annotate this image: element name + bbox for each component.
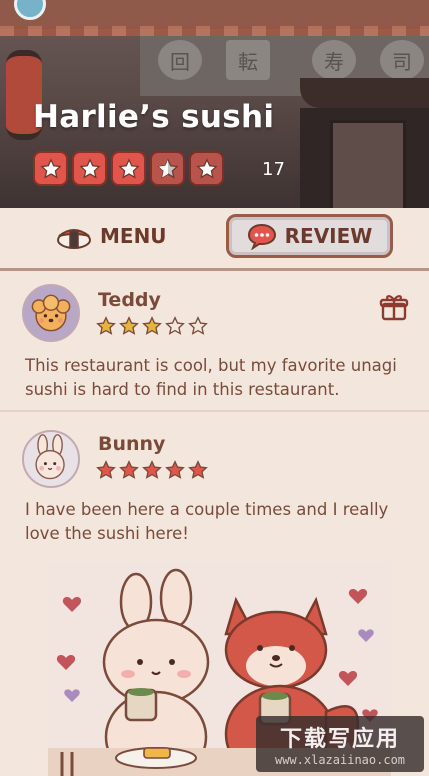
star-icon [189, 151, 224, 186]
empty-star-icon [165, 316, 185, 335]
tab-bar: MENU REVIEW [0, 208, 429, 271]
star-icon [96, 460, 116, 479]
star-icon [33, 151, 68, 186]
tab-menu-label: MENU [100, 224, 167, 248]
dog-avatar-icon [31, 294, 71, 332]
sushi-icon [57, 229, 91, 249]
gift-icon[interactable] [379, 292, 409, 322]
watermark: 下载写应用 www.xlazaiinao.com [256, 716, 424, 772]
star-icon [142, 316, 162, 335]
watermark-main-text: 下载写应用 [279, 727, 400, 752]
sign-kanji: 回 [158, 40, 202, 80]
star-icon [96, 316, 116, 335]
star-icon [119, 316, 139, 335]
review-stars [96, 460, 208, 480]
tab-review[interactable]: REVIEW [226, 214, 393, 258]
speech-bubble-icon [247, 223, 276, 250]
sign-kanji: 司 [380, 40, 424, 80]
star-icon [142, 460, 162, 479]
star-icon [165, 460, 185, 479]
review-username: Bunny [98, 433, 166, 455]
review-stars [96, 316, 208, 336]
restaurant-hero: 回 転 寿 司 Harlie’s sushi 17 [0, 0, 429, 208]
doorway-frame [330, 120, 406, 208]
star-icon [111, 151, 146, 186]
sign-kanji: 転 [226, 40, 270, 80]
avatar[interactable] [22, 430, 80, 488]
watermark-url: www.xlazaiinao.com [274, 753, 406, 767]
bunny-avatar-icon [35, 434, 65, 480]
review-text: This restaurant is cool, but my favorite… [25, 356, 397, 399]
avatar[interactable] [22, 284, 80, 342]
tab-menu[interactable]: MENU [44, 214, 179, 258]
tab-review-label: REVIEW [284, 224, 373, 248]
door-curtain [300, 78, 429, 108]
star-icon [72, 151, 107, 186]
awning-stripes [0, 26, 429, 36]
review-username: Teddy [98, 289, 161, 311]
restaurant-rating [33, 151, 224, 186]
restaurant-name: Harlie’s sushi [33, 99, 275, 135]
sign-kanji: 寿 [312, 40, 356, 80]
star-icon [119, 460, 139, 479]
review-text: I have been here a couple times and I re… [25, 500, 389, 543]
review-item: Teddy This restaurant is cool, but my fa… [0, 272, 429, 412]
half-star-icon [150, 151, 185, 186]
rating-count: 17 [262, 159, 285, 180]
star-icon [188, 460, 208, 479]
empty-star-icon [188, 316, 208, 335]
shop-awning [0, 0, 429, 29]
